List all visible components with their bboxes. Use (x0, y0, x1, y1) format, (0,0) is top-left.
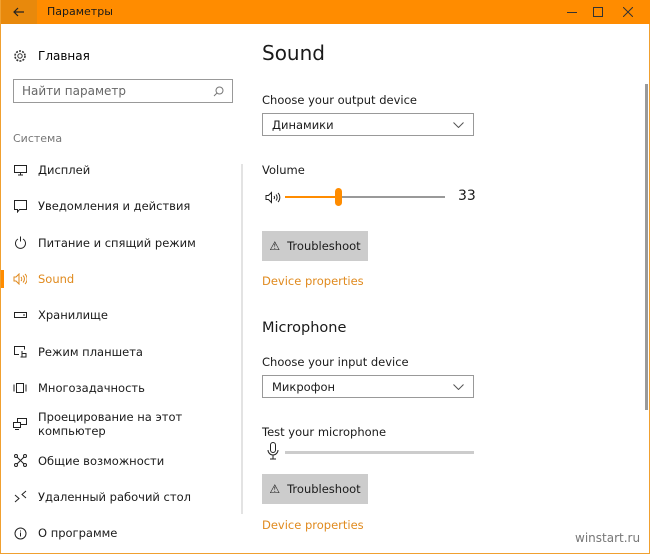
sidebar-item-label: О программе (38, 526, 118, 541)
page-title: Sound (262, 41, 325, 65)
speaker-icon[interactable] (265, 191, 281, 204)
speaker-icon (13, 272, 27, 286)
microphone-heading: Microphone (262, 320, 347, 336)
notifications-icon (13, 199, 27, 213)
sidebar-item-shared-experiences[interactable]: Общие возможности (1, 442, 241, 478)
sidebar-scrollbar[interactable] (241, 164, 243, 514)
section-label: Система (13, 132, 63, 145)
chevron-down-icon (453, 383, 464, 390)
troubleshoot-label: Troubleshoot (287, 239, 361, 253)
sidebar-item-label: Удаленный рабочий стол (38, 489, 191, 504)
search-placeholder: Найти параметр (22, 84, 126, 98)
sidebar-item-sound[interactable]: Sound (1, 261, 241, 297)
minimize-icon (567, 12, 577, 13)
back-button[interactable] (1, 0, 37, 24)
close-icon (623, 7, 633, 17)
microphone-icon (267, 442, 279, 460)
input-device-value: Микрофон (272, 379, 336, 394)
sidebar-nav: Дисплей Уведомления и действия Питание и… (1, 152, 241, 551)
mic-level-bar (285, 451, 474, 454)
display-icon (13, 163, 27, 177)
remote-desktop-icon (13, 490, 27, 504)
input-device-properties-link[interactable]: Device properties (262, 518, 364, 532)
warning-icon: ⚠ (269, 482, 281, 496)
output-device-value: Динамики (272, 117, 334, 132)
volume-slider-thumb[interactable] (334, 188, 342, 206)
test-microphone-label: Test your microphone (262, 425, 387, 439)
output-device-select[interactable]: Динамики (262, 113, 474, 136)
volume-slider-fill (285, 196, 338, 198)
sidebar-item-tablet-mode[interactable]: Режим планшета (1, 333, 241, 369)
input-troubleshoot-button[interactable]: ⚠ Troubleshoot (262, 474, 368, 504)
home-label: Главная (38, 49, 90, 63)
warning-icon: ⚠ (269, 239, 281, 253)
projecting-icon (13, 417, 27, 431)
home-link[interactable]: Главная (13, 47, 90, 65)
main-content: Sound Choose your output device Динамики… (262, 24, 632, 554)
arrow-left-icon (13, 7, 24, 17)
sidebar-item-projecting[interactable]: Проецирование на этот компьютер (1, 406, 241, 442)
troubleshoot-label: Troubleshoot (287, 482, 361, 496)
sidebar-item-label: Уведомления и действия (38, 199, 191, 214)
chevron-down-icon (453, 121, 464, 128)
volume-slider[interactable] (285, 188, 445, 206)
sidebar-item-label: Многозадачность (38, 380, 145, 395)
output-device-label: Choose your output device (262, 93, 417, 107)
sidebar-item-label: Питание и спящий режим (38, 235, 196, 250)
sidebar-item-label: Общие возможности (38, 453, 165, 468)
sidebar-item-label: Sound (38, 272, 75, 287)
input-device-select[interactable]: Микрофон (262, 375, 474, 398)
multitasking-icon (13, 381, 27, 395)
output-troubleshoot-button[interactable]: ⚠ Troubleshoot (262, 231, 368, 261)
storage-icon (13, 308, 27, 322)
sidebar-item-power[interactable]: Питание и спящий режим (1, 225, 241, 261)
title-bar: Параметры (1, 0, 650, 24)
sidebar-item-notifications[interactable]: Уведомления и действия (1, 188, 241, 224)
power-icon (13, 236, 27, 250)
settings-window: Параметры Главная Найти параметр Система… (0, 0, 650, 554)
maximize-button[interactable] (583, 0, 613, 24)
sidebar-item-about[interactable]: О программе (1, 515, 241, 551)
output-device-properties-link[interactable]: Device properties (262, 274, 364, 288)
volume-label: Volume (262, 163, 305, 177)
search-icon (213, 86, 224, 96)
main-scrollbar[interactable] (645, 84, 648, 410)
gear-icon (14, 50, 26, 62)
sidebar-item-remote-desktop[interactable]: Удаленный рабочий стол (1, 479, 241, 515)
shared-experiences-icon (13, 454, 27, 468)
close-button[interactable] (613, 0, 643, 24)
mic-test-row (262, 442, 477, 462)
tablet-mode-icon (13, 345, 27, 359)
search-input[interactable]: Найти параметр (13, 79, 233, 103)
watermark: winstart.ru (575, 531, 641, 545)
sidebar-item-display[interactable]: Дисплей (1, 152, 241, 188)
sidebar-item-label: Режим планшета (38, 344, 143, 359)
sidebar: Главная Найти параметр Система Дисплей У… (1, 24, 246, 554)
sidebar-item-label: Дисплей (38, 163, 91, 178)
window-title: Параметры (47, 5, 113, 18)
sidebar-item-label: Проецирование на этот компьютер (38, 410, 183, 439)
input-device-label: Choose your input device (262, 355, 409, 369)
sidebar-item-label: Хранилище (38, 308, 108, 323)
info-icon (13, 526, 27, 540)
volume-row: 33 (262, 184, 477, 210)
sidebar-item-storage[interactable]: Хранилище (1, 297, 241, 333)
maximize-icon (593, 7, 603, 17)
sidebar-item-multitasking[interactable]: Многозадачность (1, 370, 241, 406)
volume-value: 33 (458, 188, 476, 204)
